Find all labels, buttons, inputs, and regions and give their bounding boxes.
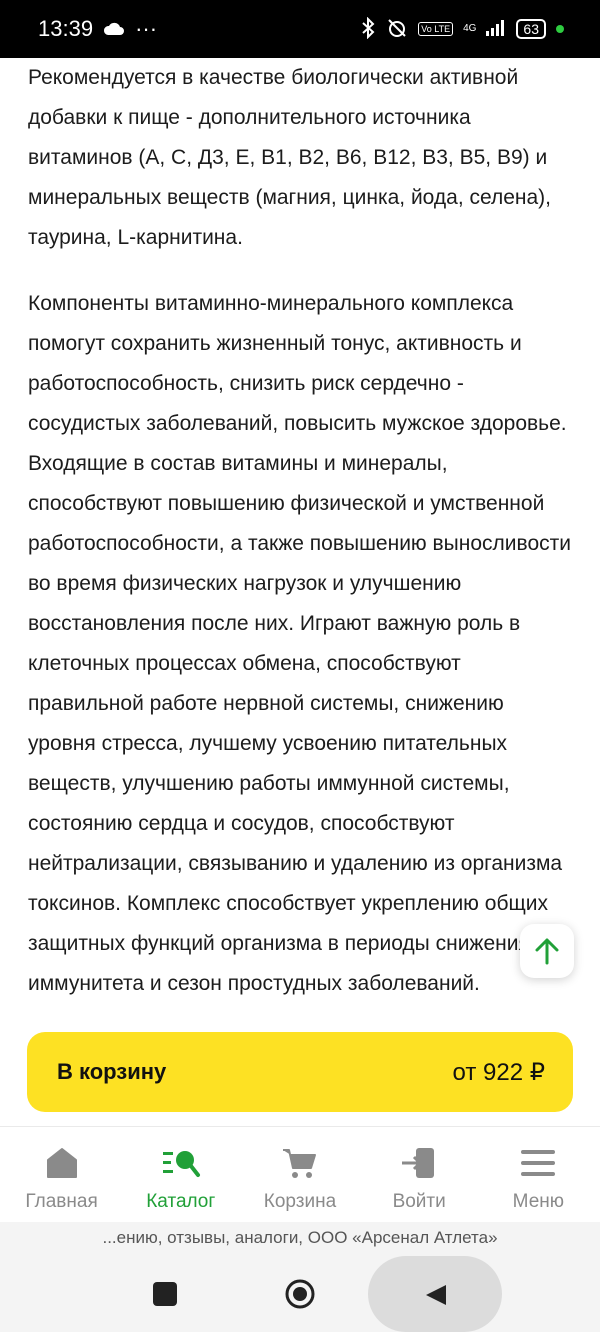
scroll-to-top-button[interactable] — [520, 924, 574, 978]
home-icon — [42, 1143, 82, 1183]
home-button[interactable] — [284, 1278, 316, 1310]
nav-item-menu[interactable]: Меню — [480, 1127, 596, 1222]
menu-icon — [518, 1143, 558, 1183]
cart-icon — [280, 1143, 320, 1183]
catalog-icon — [161, 1143, 201, 1183]
browser-url-strip[interactable]: ...ению, отзывы, аналоги, ООО «Арсенал А… — [0, 1222, 600, 1254]
nav-label-cart: Корзина — [263, 1191, 337, 1212]
more-notifications-icon: ··· — [135, 16, 158, 41]
description-paragraph-1: Рекомендуется в качестве биологически ак… — [28, 66, 552, 249]
alarm-off-icon — [386, 17, 408, 42]
privacy-dot-icon — [556, 25, 564, 33]
nav-label-login: Войти — [392, 1191, 446, 1212]
add-to-cart-label: В корзину — [57, 1059, 167, 1084]
nav-label-menu: Меню — [512, 1191, 565, 1212]
product-description: Рекомендуется в качестве биологически ак… — [28, 58, 576, 1018]
cloud-icon — [103, 16, 125, 42]
login-icon — [399, 1143, 439, 1183]
nav-item-cart[interactable]: Корзина — [242, 1127, 358, 1222]
description-paragraph-2: Компоненты витаминно-минерального компле… — [28, 292, 571, 995]
add-to-cart-button[interactable]: В корзину от 922 ₽ — [27, 1032, 573, 1112]
system-navigation-bar — [0, 1254, 600, 1332]
status-time: 13:39 — [38, 16, 94, 41]
volte-icon: Vo LTE — [418, 22, 454, 36]
status-bar: 13:39 ··· Vo LTE 4G 63 — [0, 0, 600, 58]
signal-icon — [486, 19, 506, 39]
product-price: от 922 ₽ — [452, 1058, 545, 1086]
nav-item-login[interactable]: Войти — [361, 1127, 477, 1222]
nav-label-catalog: Каталог — [146, 1191, 216, 1212]
recent-apps-button[interactable] — [153, 1282, 177, 1306]
bottom-navigation: Главная Каталог Корзина Войти Меню — [0, 1126, 600, 1222]
nav-label-home: Главная — [25, 1191, 98, 1212]
nav-item-catalog[interactable]: Каталог — [123, 1127, 239, 1222]
battery-indicator: 63 — [516, 19, 546, 39]
nav-item-home[interactable]: Главная — [4, 1127, 120, 1222]
cart-bar: В корзину от 922 ₽ — [0, 1018, 600, 1126]
network-type: 4G — [463, 23, 477, 34]
bluetooth-icon — [360, 16, 376, 42]
arrow-up-icon — [535, 938, 559, 965]
back-button[interactable] — [424, 1283, 448, 1312]
